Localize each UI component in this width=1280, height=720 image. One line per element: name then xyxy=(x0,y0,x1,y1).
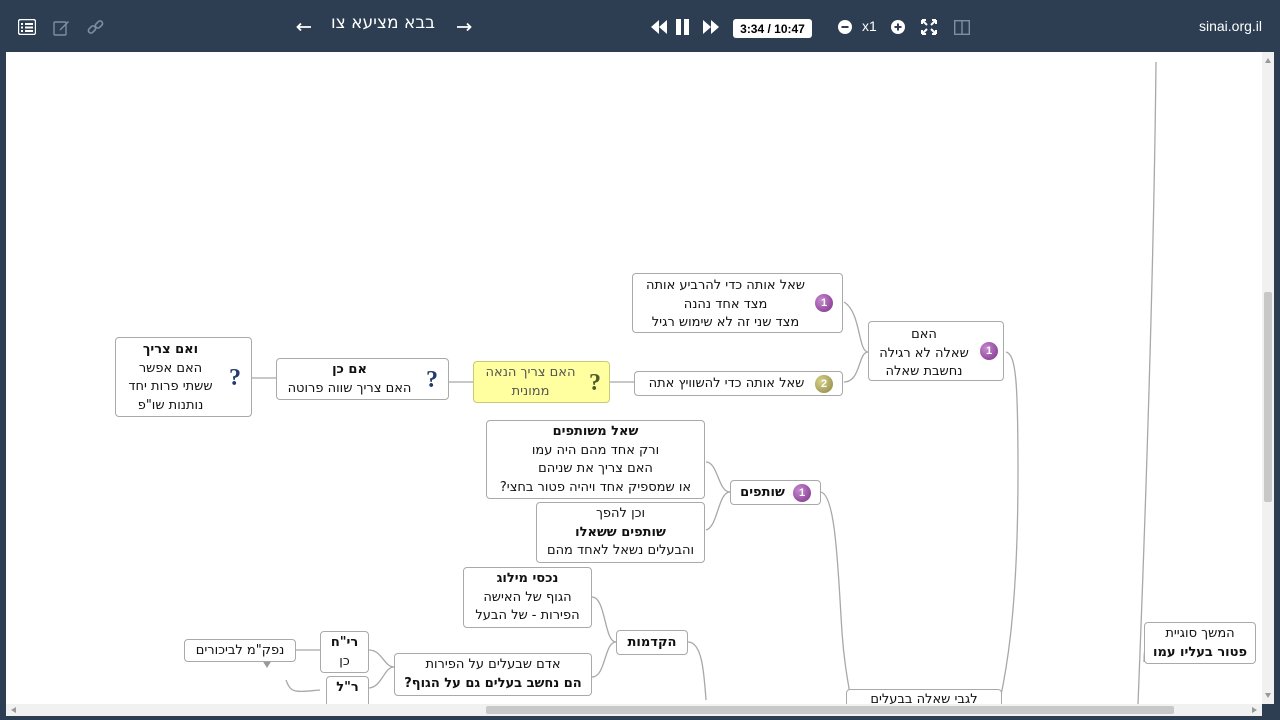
fast-forward-icon[interactable] xyxy=(701,14,721,40)
vertical-scrollbar[interactable] xyxy=(1262,52,1274,704)
node-line: פטור בעליו עמו xyxy=(1153,644,1247,660)
vertical-scroll-thumb[interactable] xyxy=(1264,292,1272,502)
node-im-ken[interactable]: אם כן האם צריך שווה פרוטה ? xyxy=(276,358,449,400)
zoom-in-icon[interactable] xyxy=(889,14,907,40)
node-line: או שמספיק אחד ויהיה פטור בחצי? xyxy=(499,479,692,495)
node-adam-sheba[interactable]: אדם שבעלים על הפירות הם נחשב בעלים גם על… xyxy=(394,653,592,696)
question-icon: ? xyxy=(229,365,241,391)
node-nichsei-milog[interactable]: נכסי מילוג הגוף של האישה הפירות - של הבע… xyxy=(463,567,592,628)
mind-map-canvas[interactable]: האם שאלה לא רגילה נחשבת שאלה 1 שאל אותה … xyxy=(6,52,1262,704)
priority-1-icon: 1 xyxy=(793,484,811,502)
zoom-out-icon[interactable] xyxy=(836,14,854,40)
zoom-level: x1 xyxy=(862,18,877,34)
node-shaal-leharbia[interactable]: שאל אותה כדי להרביע אותה מצד אחד נהנה מצ… xyxy=(632,273,843,333)
split-view-icon[interactable] xyxy=(952,14,972,40)
node-rach[interactable]: רי"ח כן xyxy=(320,631,369,673)
node-line: ששתי פרות יחד xyxy=(128,379,213,394)
node-hemshech[interactable]: המשך סוגיית פטור בעליו עמו xyxy=(1144,622,1256,664)
node-line: שאלה לא רגילה xyxy=(879,345,969,361)
node-line: ממונית xyxy=(511,383,550,399)
list-icon[interactable] xyxy=(16,14,38,40)
node-line: נותנות שו"פ xyxy=(137,397,204,413)
node-line: האם xyxy=(911,327,937,342)
horizontal-scrollbar[interactable] xyxy=(6,704,1262,716)
node-line: שאל אותה כדי להרביע אותה xyxy=(645,278,805,293)
node-line: שותפים xyxy=(740,485,785,500)
node-line: המשך סוגיית xyxy=(1165,626,1235,641)
node-ha-im[interactable]: האם שאלה לא רגילה נחשבת שאלה 1 xyxy=(868,321,1004,381)
node-line: ר"ל xyxy=(336,680,359,695)
node-line: אדם שבעלים על הפירות xyxy=(425,657,561,672)
question-icon: ? xyxy=(589,370,601,396)
arrow-right-icon[interactable] xyxy=(454,14,474,40)
scroll-up-icon[interactable] xyxy=(1265,58,1271,63)
node-line: מצד שני זה לא שימוש רגיל xyxy=(651,315,800,330)
node-vechen-lehefech[interactable]: וכן להפך שותפים ששאלו והבעלים נשאל לאחד … xyxy=(536,502,705,563)
horizontal-scroll-thumb[interactable] xyxy=(486,706,1174,714)
top-toolbar: בבא מציעא צו 3:34 / 10:47 x1 sinai.org.i… xyxy=(0,0,1280,52)
node-line: האם צריך שווה פרוטה xyxy=(287,380,412,396)
time-display: 3:34 / 10:47 xyxy=(733,19,812,38)
node-line: הפירות - של הבעל xyxy=(475,608,580,623)
edit-icon[interactable] xyxy=(51,14,71,40)
node-hanaa-mamonit[interactable]: האם צריך הנאה ממונית ? xyxy=(473,361,610,403)
priority-2-icon: 2 xyxy=(815,375,833,393)
link-icon[interactable] xyxy=(85,14,105,40)
node-shaal-mishutafim[interactable]: שאל משותפים ורק אחד מהם היה עמו האם צריך… xyxy=(486,420,705,499)
node-line: מצד אחד נהנה xyxy=(683,296,768,312)
node-line: הקדמות xyxy=(627,635,677,650)
priority-1-icon: 1 xyxy=(980,342,998,360)
node-line: והבעלים נשאל לאחד מהם xyxy=(546,543,695,558)
scroll-left-icon[interactable] xyxy=(11,707,16,713)
node-line: שותפים ששאלו xyxy=(575,524,666,540)
node-line: ורק אחד מהם היה עמו xyxy=(531,442,660,458)
node-line: נפק"מ לביכורים xyxy=(195,643,285,658)
node-line: נחשבת שאלה xyxy=(885,364,963,379)
node-line: לגבי שאלה בבעלים xyxy=(870,692,978,704)
node-line: נכסי מילוג xyxy=(496,571,559,586)
node-line: האם צריך הנאה xyxy=(485,365,576,380)
priority-1-icon: 1 xyxy=(815,294,833,312)
scroll-right-icon[interactable] xyxy=(1252,707,1257,713)
rewind-icon[interactable] xyxy=(649,14,669,40)
node-shutafim[interactable]: שותפים 1 xyxy=(730,480,821,505)
node-line: אם כן xyxy=(332,362,367,377)
page-title: בבא מציעא צו xyxy=(331,13,435,33)
scroll-down-icon[interactable] xyxy=(1265,693,1271,698)
node-nafkam[interactable]: נפק"מ לביכורים xyxy=(184,639,296,662)
node-line: רי"ח xyxy=(330,635,359,650)
node-line: האם צריך את שניהם xyxy=(538,461,653,476)
question-icon: ? xyxy=(426,367,438,393)
node-line: האם אפשר xyxy=(138,360,203,376)
node-line: ואם צריך xyxy=(142,342,199,357)
node-line: הגוף של האישה xyxy=(483,589,572,605)
node-lehashvot[interactable]: שאל אותה כדי להשוויץ אתה 2 xyxy=(634,371,843,396)
node-line: כן xyxy=(339,653,350,669)
site-link[interactable]: sinai.org.il xyxy=(1199,18,1262,34)
node-hakdamot[interactable]: הקדמות xyxy=(616,630,688,655)
node-rl[interactable]: ר"ל xyxy=(326,676,369,704)
node-line: הם נחשב בעלים גם על הגוף? xyxy=(404,675,582,691)
pause-icon[interactable] xyxy=(673,14,693,40)
arrow-left-icon[interactable] xyxy=(294,14,314,40)
fullscreen-icon[interactable] xyxy=(919,14,939,40)
node-legabei[interactable]: לגבי שאלה בבעלים xyxy=(846,689,1002,704)
node-line: וכן להפך xyxy=(595,506,646,521)
node-line: שאל אותה כדי להשוויץ אתה xyxy=(648,376,805,391)
node-line: שאל משותפים xyxy=(552,424,639,439)
node-veim-tzarich[interactable]: ואם צריך האם אפשר ששתי פרות יחד נותנות ש… xyxy=(115,337,252,417)
